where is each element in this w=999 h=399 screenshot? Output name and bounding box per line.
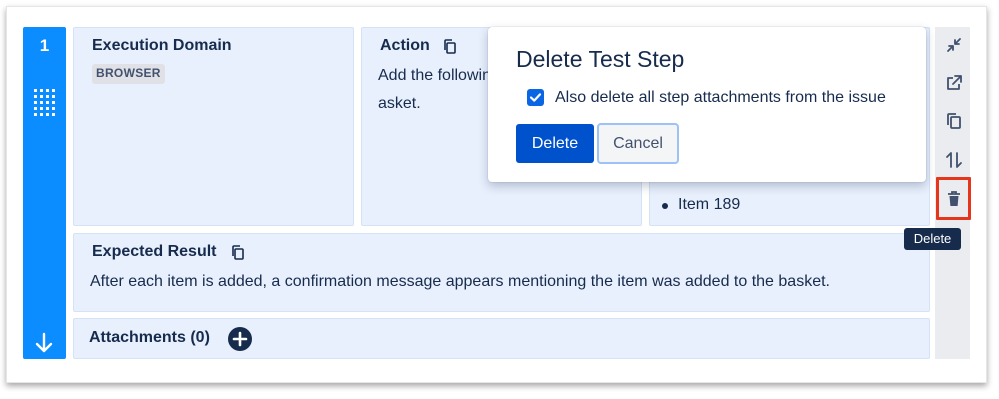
arrow-down-icon[interactable] (34, 332, 54, 354)
data-bullet-text: Item 189 (678, 196, 741, 213)
execution-domain-title: Execution Domain (92, 37, 232, 54)
copy-icon[interactable] (944, 111, 964, 131)
delete-button[interactable]: Delete (516, 124, 594, 163)
delete-highlight (936, 177, 971, 220)
step-number: 1 (39, 36, 50, 55)
execution-domain-badge: BROWSER (92, 64, 165, 84)
expected-result-title: Expected Result (92, 243, 217, 260)
delete-step-dialog: Delete Test Step Also delete all step at… (488, 27, 926, 182)
dialog-title: Delete Test Step (516, 46, 685, 72)
copy-icon[interactable] (443, 39, 456, 54)
bullet-dot (662, 203, 668, 209)
cancel-button[interactable]: Cancel (597, 123, 679, 164)
move-icon[interactable] (944, 150, 964, 170)
collapse-icon[interactable] (944, 35, 964, 55)
attachments-panel: Attachments (0) (73, 318, 930, 359)
grid-icon[interactable] (33, 88, 55, 116)
checkmark-icon (529, 93, 542, 102)
action-text-line1: Add the followin (378, 67, 491, 84)
delete-tooltip: Delete (904, 228, 961, 250)
open-external-icon[interactable] (944, 73, 964, 93)
delete-attachments-checkbox[interactable] (527, 89, 544, 106)
data-bullet-item: Item 189 (662, 196, 741, 214)
expected-result-panel[interactable]: Expected Result After each item is added… (73, 233, 930, 312)
step-strip: 1 (23, 27, 66, 359)
action-title: Action (380, 37, 430, 54)
expected-result-text: After each item is added, a confirmation… (90, 273, 830, 290)
copy-icon[interactable] (231, 245, 244, 260)
attachments-title: Attachments (0) (89, 329, 210, 346)
action-text-line2: asket. (378, 95, 421, 112)
execution-domain-panel: Execution Domain BROWSER (73, 27, 354, 226)
plus-circle-icon[interactable] (228, 327, 252, 351)
checkbox-label[interactable]: Also delete all step attachments from th… (555, 89, 886, 107)
